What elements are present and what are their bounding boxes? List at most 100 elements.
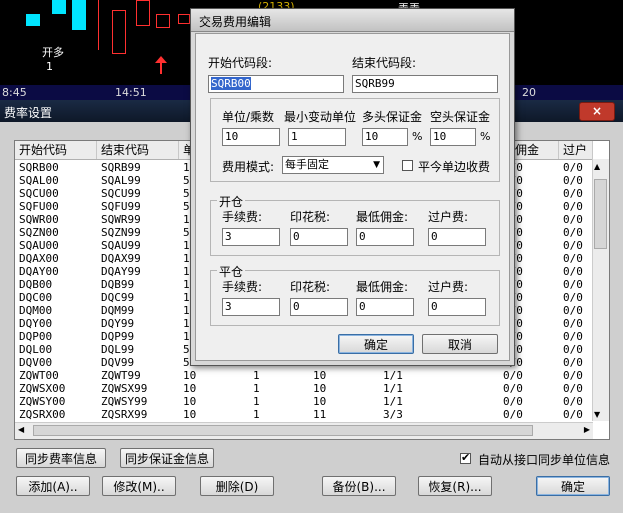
table-cell: 1/1 xyxy=(383,395,403,408)
table-cell: ZQWT99 xyxy=(101,369,141,382)
table-cell: 1 xyxy=(253,395,260,408)
sync-fee-button[interactable]: 同步费率信息 xyxy=(16,448,106,468)
close-min-input[interactable]: 0 xyxy=(356,298,414,316)
table-cell: 0/0 xyxy=(563,265,583,278)
table-cell: SQWR99 xyxy=(101,213,141,226)
table-row[interactable]: ZQSRX00 ZQSRX99 10 1 11 3/3 0/0 0/0 xyxy=(15,408,593,421)
dialog-titlebar[interactable]: 交易费用编辑 xyxy=(191,9,514,32)
table-cell: 1 xyxy=(253,408,260,421)
long-margin-input[interactable]: 10 xyxy=(362,128,408,146)
table-cell: DQAX00 xyxy=(19,252,59,265)
table-cell: 0/0 xyxy=(563,161,583,174)
table-cell: SQZN99 xyxy=(101,226,141,239)
open-transfer-label: 过户费: xyxy=(428,210,469,224)
edit-button[interactable]: 修改(M).. xyxy=(102,476,176,496)
open-stamp-input[interactable]: 0 xyxy=(290,228,348,246)
table-row[interactable]: ZQWSY00 ZQWSY99 10 1 10 1/1 0/0 0/0 xyxy=(15,395,593,408)
chart-candle xyxy=(112,10,126,54)
window-title: 费率设置 xyxy=(4,106,53,120)
fee-mode-label: 费用模式: xyxy=(222,160,275,174)
chevron-down-icon[interactable]: ▼ xyxy=(373,157,380,173)
restore-button[interactable]: 恢复(R)... xyxy=(418,476,492,496)
table-cell: 0/0 xyxy=(503,395,523,408)
table-cell: DQAY99 xyxy=(101,265,141,278)
table-cell: 5 xyxy=(183,187,190,200)
table-cell: SQAU00 xyxy=(19,239,59,252)
close-stamp-input[interactable]: 0 xyxy=(290,298,348,316)
min-tick-input[interactable]: 1 xyxy=(288,128,346,146)
dialog-ok-button[interactable]: 确定 xyxy=(338,334,414,354)
auto-sync-checkbox[interactable]: ✔ xyxy=(460,451,471,464)
table-cell: DQB00 xyxy=(19,278,53,291)
table-cell: DQL00 xyxy=(19,343,53,356)
open-stamp-label: 印花税: xyxy=(290,210,331,224)
open-fee-input[interactable]: 3 xyxy=(222,228,280,246)
table-cell: 1 xyxy=(183,278,190,291)
table-cell: 0/0 xyxy=(563,356,583,369)
unit-label: 单位/乘数 xyxy=(222,110,275,124)
table-cell: 0/0 xyxy=(563,317,583,330)
scroll-left-icon[interactable]: ◀ xyxy=(18,425,24,434)
table-cell: 0/0 xyxy=(563,369,583,382)
table-cell: SQFU00 xyxy=(19,200,59,213)
table-cell: 5 xyxy=(183,226,190,239)
scroll-thumb[interactable] xyxy=(594,179,607,249)
backup-button[interactable]: 备份(B)... xyxy=(322,476,396,496)
chart-candle xyxy=(52,0,66,14)
table-cell: ZQSRX99 xyxy=(101,408,148,421)
short-margin-input[interactable]: 10 xyxy=(430,128,476,146)
chart-candle xyxy=(178,14,190,24)
table-cell: 0/0 xyxy=(563,343,583,356)
table-cell: 0/0 xyxy=(563,408,583,421)
add-button[interactable]: 添加(A).. xyxy=(16,476,90,496)
column-header-end-code[interactable]: 结束代码 xyxy=(97,141,179,159)
vertical-scrollbar[interactable]: ▲ ▼ xyxy=(592,159,609,421)
min-tick-label: 最小变动单位 xyxy=(284,110,357,124)
chart-candle xyxy=(136,0,150,26)
close-fee-input[interactable]: 3 xyxy=(222,298,280,316)
delete-button[interactable]: 删除(D) xyxy=(200,476,274,496)
scroll-right-icon[interactable]: ▶ xyxy=(584,425,590,434)
close-today-label: 平今单边收费 xyxy=(418,160,491,174)
table-cell: DQC00 xyxy=(19,291,53,304)
table-cell: 1 xyxy=(183,304,190,317)
sync-margin-button[interactable]: 同步保证金信息 xyxy=(120,448,214,468)
unit-input[interactable]: 10 xyxy=(222,128,280,146)
open-min-label: 最低佣金: xyxy=(356,210,409,224)
table-cell: 5 xyxy=(183,200,190,213)
open-min-input[interactable]: 0 xyxy=(356,228,414,246)
open-transfer-input[interactable]: 0 xyxy=(428,228,486,246)
column-header-start-code[interactable]: 开始代码 xyxy=(15,141,97,159)
column-header-transfer[interactable]: 过户 xyxy=(559,141,593,159)
start-code-input[interactable]: SQRB00 xyxy=(208,75,344,93)
table-cell: 1 xyxy=(183,291,190,304)
short-margin-label: 空头保证金 xyxy=(430,110,491,124)
table-cell: 3/3 xyxy=(383,408,403,421)
table-row[interactable]: ZQWT00 ZQWT99 10 1 10 1/1 0/0 0/0 xyxy=(15,369,593,382)
buy-arrow-head-icon xyxy=(155,56,167,63)
scroll-thumb[interactable] xyxy=(33,425,533,436)
close-today-checkbox[interactable] xyxy=(402,160,413,171)
table-cell: SQFU99 xyxy=(101,200,141,213)
table-cell: DQY00 xyxy=(19,317,53,330)
time-label: 14:51 xyxy=(115,86,147,99)
dialog-cancel-button[interactable]: 取消 xyxy=(422,334,498,354)
close-button[interactable]: × xyxy=(579,102,615,121)
dialog-body: 开始代码段: SQRB00 结束代码段: SQRB99 单位/乘数 最小变动单位… xyxy=(195,33,510,361)
scroll-down-icon[interactable]: ▼ xyxy=(594,410,600,419)
table-cell: DQM00 xyxy=(19,304,53,317)
close-transfer-input[interactable]: 0 xyxy=(428,298,486,316)
table-cell: 1 xyxy=(183,265,190,278)
table-row[interactable]: ZQWSX00 ZQWSX99 10 1 10 1/1 0/0 0/0 xyxy=(15,382,593,395)
auto-sync-label: 自动从接口同步单位信息 xyxy=(478,453,611,467)
table-cell: 10 xyxy=(183,369,197,382)
ok-button[interactable]: 确定 xyxy=(536,476,610,496)
end-code-input[interactable]: SQRB99 xyxy=(352,75,498,93)
table-cell: 0/0 xyxy=(563,213,583,226)
table-cell: 10 xyxy=(313,395,327,408)
table-cell: 0/0 xyxy=(563,278,583,291)
signal-label: 开多 xyxy=(42,46,64,59)
horizontal-scrollbar[interactable]: ◀ ▶ xyxy=(15,422,593,439)
scroll-up-icon[interactable]: ▲ xyxy=(594,162,600,171)
fee-mode-select[interactable]: 每手固定 ▼ xyxy=(282,156,384,174)
